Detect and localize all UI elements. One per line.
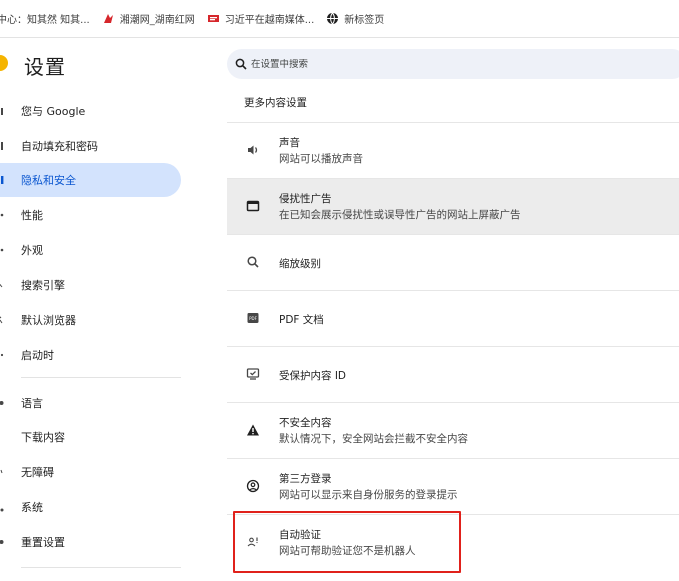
- setting-subtitle: 网站可以播放声音: [279, 153, 363, 165]
- sidebar-item-label: 下载内容: [21, 431, 65, 444]
- section-title: 更多内容设置: [244, 97, 307, 109]
- sidebar-item-default-browser[interactable]: 默认浏览器: [0, 303, 181, 337]
- sidebar-item-accessibility[interactable]: 无障碍: [0, 455, 181, 489]
- settings-sidebar: 您与 Google 自动填充和密码 隐私和安全 性能 外观 搜索引擎 默认浏览器…: [0, 89, 190, 581]
- sidebar-item-label: 无障碍: [21, 466, 54, 479]
- setting-row-pdf-documents[interactable]: PDF PDF 文档: [227, 290, 679, 346]
- setting-row-protected-content[interactable]: 受保护内容 ID: [227, 346, 679, 402]
- bookmark-label: 习近平在越南媒体...: [224, 15, 315, 26]
- setting-subtitle: 网站可以显示来自身份服务的登录提示: [279, 489, 458, 501]
- page-title: 设置: [24, 55, 66, 79]
- content-settings-panel: 更多内容设置 声音 网站可以播放声音 侵扰性广告 在已知会展示侵扰性或误导性广告…: [227, 89, 679, 581]
- palette-icon: [0, 245, 4, 255]
- warning-icon: [246, 423, 260, 437]
- setting-subtitle: 网站可帮助验证您不是机器人: [279, 545, 416, 557]
- sidebar-item-autofill[interactable]: 自动填充和密码: [0, 129, 181, 163]
- setting-row-sound[interactable]: 声音 网站可以播放声音: [227, 122, 679, 178]
- setting-row-third-party-sign-in[interactable]: 第三方登录 网站可以显示来自身份服务的登录提示: [227, 458, 679, 514]
- accessibility-icon: [0, 467, 4, 477]
- speaker-icon: [246, 143, 260, 157]
- sidebar-item-label: 隐私和安全: [21, 174, 76, 187]
- sidebar-item-label: 搜索引擎: [21, 279, 65, 292]
- sidebar-item-you-and-google[interactable]: 您与 Google: [0, 94, 181, 128]
- settings-search-input[interactable]: [251, 58, 551, 70]
- bookmark-xinhua-news[interactable]: 习近平在越南媒体...: [207, 8, 321, 30]
- setting-title: PDF 文档: [279, 314, 324, 326]
- sidebar-item-label: 外观: [21, 244, 43, 257]
- sidebar-divider: [21, 377, 181, 378]
- sidebar-item-label: 默认浏览器: [21, 314, 76, 327]
- sidebar-item-label: 性能: [21, 209, 43, 222]
- chrome-logo-icon: [0, 55, 8, 71]
- language-icon: [0, 398, 4, 408]
- wrench-icon: [0, 502, 4, 512]
- sidebar-item-label: 启动时: [21, 349, 54, 362]
- svg-text:PDF: PDF: [249, 316, 257, 321]
- setting-title: 声音: [279, 137, 300, 149]
- setting-title: 侵扰性广告: [279, 193, 332, 205]
- red-brand-icon: [102, 12, 115, 25]
- sidebar-item-search-engine[interactable]: 搜索引擎: [0, 268, 181, 302]
- autofill-icon: [0, 141, 4, 151]
- sidebar-item-label: 您与 Google: [21, 105, 86, 118]
- sidebar-item-appearance[interactable]: 外观: [0, 233, 181, 267]
- ad-window-icon: [246, 199, 260, 213]
- bookmark-new-tab[interactable]: 新标签页: [326, 8, 390, 30]
- sidebar-item-downloads[interactable]: 下载内容: [0, 420, 181, 454]
- setting-subtitle: 在已知会展示侵扰性或误导性广告的网站上屏蔽广告: [279, 209, 521, 221]
- setting-title: 不安全内容: [279, 417, 332, 429]
- browser-icon: [0, 315, 4, 325]
- setting-row-zoom-levels[interactable]: 缩放级别: [227, 234, 679, 290]
- globe-icon: [326, 12, 339, 25]
- download-icon: [0, 432, 4, 442]
- account-circle-icon: [246, 479, 260, 493]
- search-engine-icon: [0, 280, 4, 290]
- bookmark-zhiqiran[interactable]: 中心：知其然 知其...: [0, 8, 96, 30]
- power-icon: [0, 350, 4, 360]
- sidebar-item-languages[interactable]: 语言: [0, 386, 181, 420]
- sidebar-divider: [21, 567, 181, 568]
- auto-verify-icon: [246, 535, 260, 549]
- sidebar-item-label: 重置设置: [21, 536, 65, 549]
- setting-row-intrusive-ads[interactable]: 侵扰性广告 在已知会展示侵扰性或误导性广告的网站上屏蔽广告: [227, 178, 679, 234]
- reset-icon: [0, 537, 4, 547]
- person-icon: [0, 106, 4, 116]
- sidebar-item-label: 系统: [21, 501, 43, 514]
- protected-content-icon: [246, 367, 260, 381]
- bookmark-label: 湘潮网_湖南红网: [119, 15, 195, 26]
- settings-header: 设置: [0, 39, 679, 89]
- setting-title: 自动验证: [279, 529, 321, 541]
- pdf-icon: PDF: [246, 311, 260, 325]
- bookmark-label: 中心：知其然 知其...: [0, 15, 90, 26]
- bookmarks-bar: 中心：知其然 知其... 湘潮网_湖南红网 习近平在越南媒体... 新标签页: [0, 0, 679, 38]
- sidebar-item-reset-settings[interactable]: 重置设置: [0, 525, 181, 559]
- red-news-icon: [207, 12, 220, 25]
- setting-row-insecure-content[interactable]: 不安全内容 默认情况下，安全网站会拦截不安全内容: [227, 402, 679, 458]
- sidebar-item-on-startup[interactable]: 启动时: [0, 338, 181, 372]
- sidebar-item-privacy-security[interactable]: 隐私和安全: [0, 163, 181, 197]
- setting-title: 缩放级别: [279, 258, 321, 270]
- bookmark-label: 新标签页: [344, 15, 385, 26]
- sidebar-item-label: 自动填充和密码: [21, 140, 98, 153]
- setting-title: 第三方登录: [279, 473, 332, 485]
- setting-title: 受保护内容 ID: [279, 370, 347, 382]
- settings-search-box[interactable]: [227, 49, 679, 79]
- zoom-icon: [246, 255, 260, 269]
- speedometer-icon: [0, 210, 4, 220]
- setting-row-auto-verify[interactable]: 自动验证 网站可帮助验证您不是机器人: [227, 514, 679, 570]
- sidebar-item-system[interactable]: 系统: [0, 490, 181, 524]
- setting-subtitle: 默认情况下，安全网站会拦截不安全内容: [279, 433, 468, 445]
- search-icon: [235, 58, 247, 70]
- sidebar-item-performance[interactable]: 性能: [0, 198, 181, 232]
- sidebar-item-label: 语言: [21, 397, 43, 410]
- bookmark-hunan-rednet[interactable]: 湘潮网_湖南红网: [102, 8, 201, 30]
- shield-icon: [0, 175, 4, 185]
